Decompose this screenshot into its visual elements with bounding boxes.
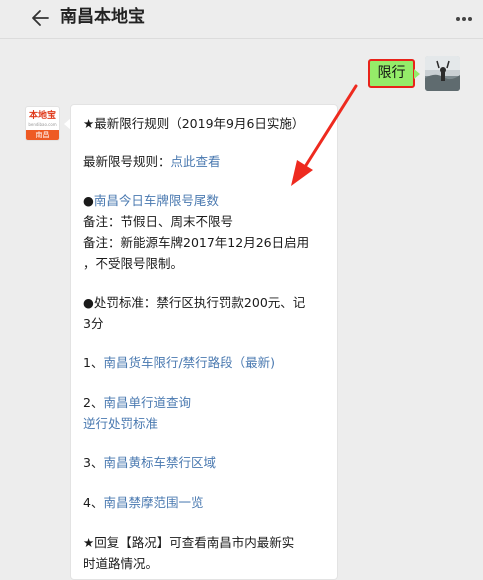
note-new-energy-line2: ，不受限号限制。 — [83, 256, 184, 271]
user-bubble-tail — [414, 69, 420, 79]
rule-line: 最新限号规则：点此查看 — [83, 153, 221, 171]
back-arrow-icon[interactable] — [30, 8, 50, 28]
penalty-line2: 3分 — [83, 316, 104, 331]
rule-link[interactable]: 点此查看 — [171, 154, 221, 169]
item-4-number: 4、 — [83, 495, 104, 510]
item-1-link[interactable]: 南昌货车限行/禁行路段（最新) — [103, 355, 275, 370]
user-message-text: 限行 — [377, 65, 406, 81]
today-link[interactable]: 南昌今日车牌限号尾数 — [94, 193, 219, 208]
list-item-1: 1、南昌货车限行/禁行路段（最新) — [83, 354, 275, 372]
item-3-link[interactable]: 南昌黄标车禁行区域 — [103, 455, 216, 470]
user-avatar-image — [425, 56, 460, 91]
today-line: ●南昌今日车牌限号尾数 — [83, 192, 219, 210]
item-2-number: 2、 — [83, 395, 104, 410]
item-1-number: 1、 — [83, 355, 104, 370]
item-2-extra-link[interactable]: 逆行处罚标准 — [83, 416, 158, 431]
reply-hint-line2: 时道路情况。 — [83, 556, 159, 571]
list-item-2: 2、南昌单行道查询 — [83, 394, 191, 412]
item-3-number: 3、 — [83, 455, 104, 470]
more-dots-icon[interactable] — [455, 16, 473, 22]
bot-message-bubble: ★最新限行规则（2019年9月6日实施） 最新限号规则：点此查看 ●南昌今日车牌… — [70, 104, 338, 580]
chat-title: 南昌本地宝 — [60, 7, 145, 27]
list-item-2-extra: 逆行处罚标准 — [83, 415, 158, 433]
logo-subtext: bendibao.com — [28, 122, 57, 127]
message-heading: ★最新限行规则（2019年9月6日实施） — [83, 116, 305, 131]
reply-hint-line1: ★回复【路况】可查看南昌市内最新实 — [83, 535, 295, 550]
logo-city: 南昌 — [26, 130, 59, 140]
user-avatar[interactable] — [425, 56, 460, 91]
list-item-4: 4、南昌禁摩范围一览 — [83, 494, 203, 512]
user-message-bubble[interactable]: 限行 — [368, 59, 415, 88]
bot-avatar[interactable]: 本地宝 bendibao.com 南昌 — [25, 106, 60, 141]
item-4-link[interactable]: 南昌禁摩范围一览 — [103, 495, 203, 510]
penalty-line1: ●处罚标准：禁行区执行罚款200元、记 — [83, 295, 306, 310]
chat-header: 南昌本地宝 — [0, 0, 483, 39]
note-holiday: 备注：节假日、周末不限号 — [83, 214, 234, 229]
logo-text: 本地宝 — [28, 111, 56, 121]
rule-prefix: 最新限号规则： — [83, 154, 171, 169]
list-item-3: 3、南昌黄标车禁行区域 — [83, 454, 216, 472]
today-bullet: ● — [83, 193, 94, 208]
note-new-energy-line1: 备注：新能源车牌2017年12月26日启用 — [83, 235, 310, 250]
item-2-link[interactable]: 南昌单行道查询 — [103, 395, 191, 410]
